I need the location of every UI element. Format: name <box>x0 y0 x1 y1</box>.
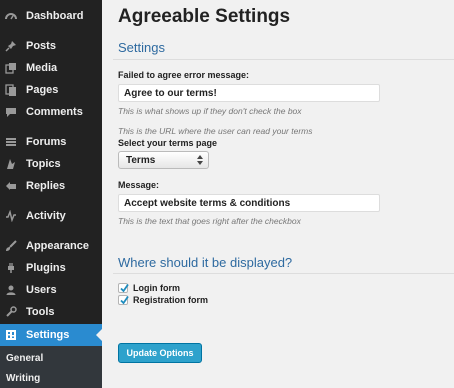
section-heading-display: Where should it be displayed? <box>118 255 293 270</box>
registration-form-label: Registration form <box>133 295 209 305</box>
message-input[interactable] <box>118 194 380 212</box>
login-form-option[interactable]: Login form <box>118 282 180 294</box>
sidebar-item-label: Posts <box>26 40 56 52</box>
sidebar-item-media[interactable]: Media <box>0 57 102 79</box>
pages-icon <box>5 84 17 96</box>
sidebar-item-dashboard[interactable]: Dashboard <box>0 5 102 27</box>
users-icon <box>5 284 17 296</box>
sidebar-item-plugins[interactable]: Plugins <box>0 257 102 279</box>
sidebar-item-settings[interactable]: Settings <box>0 324 102 346</box>
sidebar-item-label: Activity <box>26 210 66 222</box>
sidebar-item-forums[interactable]: Forums <box>0 131 102 153</box>
dashboard-icon <box>5 10 17 22</box>
page-title: Agreeable Settings <box>118 6 291 27</box>
error-message-label: Failed to agree error message: <box>118 70 250 80</box>
sidebar-item-label: Topics <box>26 158 61 170</box>
sidebar-item-topics[interactable]: Topics <box>0 153 102 175</box>
sidebar-item-users[interactable]: Users <box>0 279 102 301</box>
message-label: Message: <box>118 180 160 190</box>
terms-page-label: Select your terms page <box>118 138 218 148</box>
terms-page-select[interactable]: Terms <box>118 151 209 169</box>
error-message-help: This is what shows up if they don't chec… <box>118 106 302 116</box>
settings-icon <box>5 329 17 341</box>
login-form-label: Login form <box>133 283 180 293</box>
sidebar-item-pages[interactable]: Pages <box>0 79 102 101</box>
sidebar-item-label: Appearance <box>26 240 89 252</box>
brush-icon <box>5 240 17 252</box>
wrench-icon <box>5 306 17 318</box>
sidebar-item-label: Tools <box>26 306 55 318</box>
checkmark-icon <box>120 295 129 305</box>
sidebar-item-label: Forums <box>26 136 67 148</box>
select-arrows-icon <box>197 154 203 166</box>
sidebar-item-activity[interactable]: Activity <box>0 205 102 227</box>
sidebar-item-label: Replies <box>26 180 66 192</box>
checkmark-icon <box>120 283 129 293</box>
submenu-item-writing[interactable]: Writing <box>6 373 40 384</box>
sidebar-item-label: Comments <box>26 106 83 118</box>
message-help: This is the text that goes right after t… <box>118 216 301 226</box>
admin-sidebar: Dashboard Posts Media Pages Comments For… <box>0 0 102 388</box>
section-divider <box>113 273 454 274</box>
submenu-item-general[interactable]: General <box>6 353 43 364</box>
sidebar-item-replies[interactable]: Replies <box>0 175 102 197</box>
sidebar-item-label: Users <box>26 284 57 296</box>
sidebar-item-comments[interactable]: Comments <box>0 101 102 123</box>
sidebar-item-label: Dashboard <box>26 10 84 22</box>
login-form-checkbox[interactable] <box>118 283 129 293</box>
replies-icon <box>5 180 17 192</box>
sidebar-item-appearance[interactable]: Appearance <box>0 235 102 257</box>
topics-icon <box>5 158 17 170</box>
plug-icon <box>5 262 17 274</box>
sidebar-item-label: Settings <box>26 329 70 341</box>
sidebar-item-label: Pages <box>26 84 59 96</box>
terms-url-help: This is the URL where the user can read … <box>118 126 313 136</box>
terms-page-select-value: Terms <box>126 155 156 166</box>
sidebar-item-label: Media <box>26 62 58 74</box>
registration-form-option[interactable]: Registration form <box>118 294 208 306</box>
sidebar-item-posts[interactable]: Posts <box>0 35 102 57</box>
forums-icon <box>5 136 17 148</box>
settings-submenu: General Writing <box>0 346 102 388</box>
activity-icon <box>5 210 17 222</box>
section-divider <box>113 59 454 60</box>
media-icon <box>5 62 17 74</box>
update-options-button[interactable]: Update Options <box>118 343 202 363</box>
pin-icon <box>5 40 17 52</box>
registration-form-checkbox[interactable] <box>118 295 129 305</box>
error-message-input[interactable] <box>118 84 380 102</box>
section-heading-settings: Settings <box>118 40 165 55</box>
sidebar-item-label: Plugins <box>26 262 66 274</box>
comment-icon <box>5 106 17 118</box>
current-menu-arrow <box>96 329 102 341</box>
sidebar-item-tools[interactable]: Tools <box>0 301 102 323</box>
